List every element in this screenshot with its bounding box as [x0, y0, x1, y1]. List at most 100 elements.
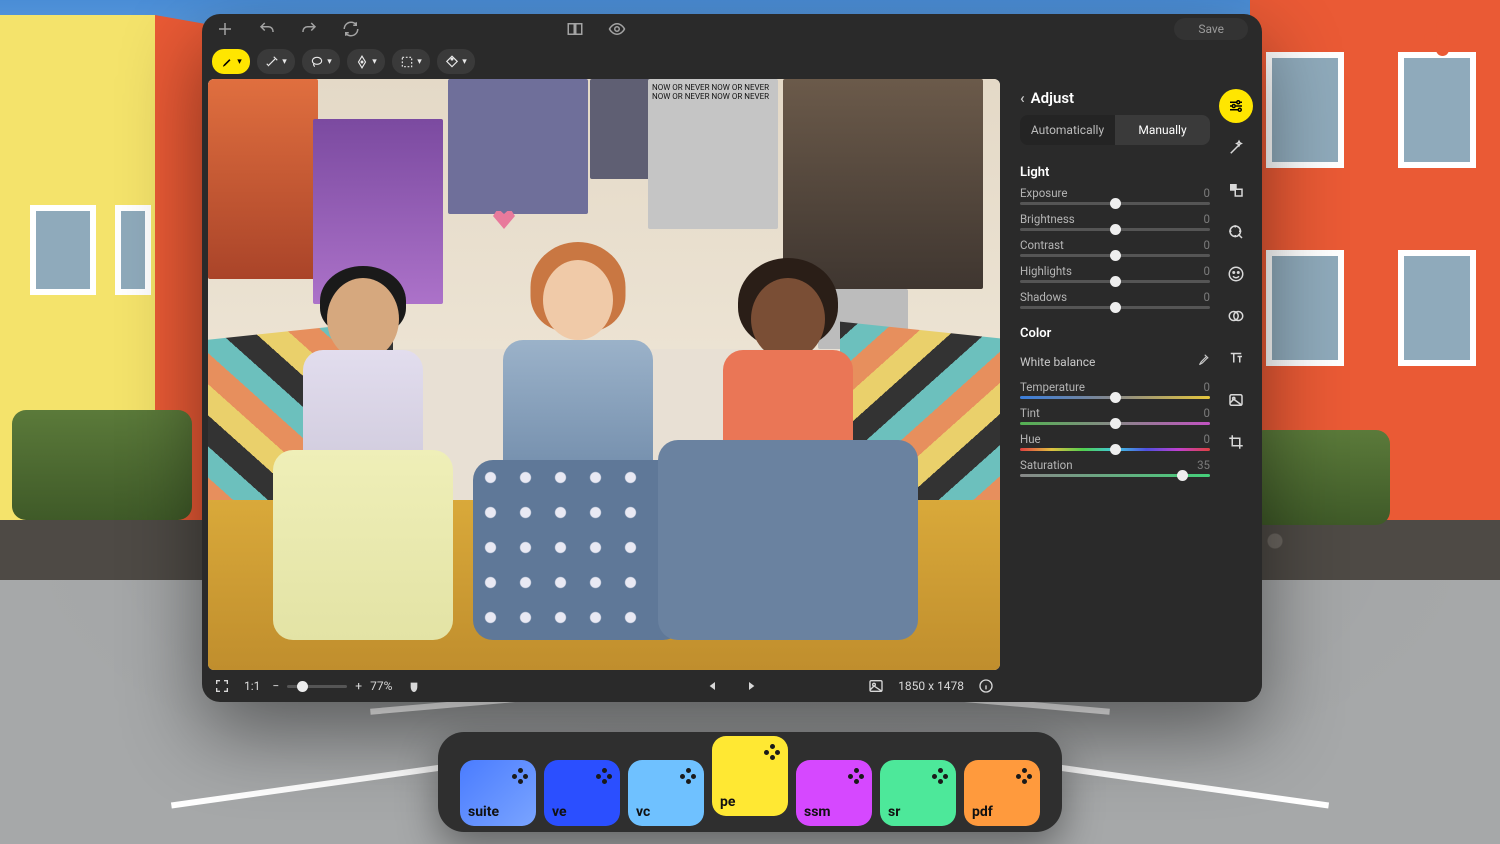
wand-tool[interactable]: ▾	[257, 49, 295, 74]
light-heading: Light	[1020, 165, 1210, 180]
brush-tool[interactable]: ▾	[212, 49, 250, 74]
zoom-slider[interactable]	[287, 685, 347, 688]
dock-app-label: suite	[468, 804, 528, 820]
app-dots-icon	[680, 768, 696, 784]
app-dots-icon	[764, 744, 780, 760]
brightness-label: Brightness	[1020, 212, 1075, 226]
fullscreen-icon[interactable]	[212, 676, 232, 696]
dock-app-label: vc	[636, 804, 696, 820]
brightness-slider[interactable]	[1020, 228, 1210, 231]
text-icon[interactable]	[1219, 341, 1253, 375]
shadows-label: Shadows	[1020, 290, 1067, 304]
dock-app-sr[interactable]: sr	[880, 760, 956, 826]
highlights-label: Highlights	[1020, 264, 1072, 278]
hue-label: Hue	[1020, 432, 1041, 446]
exposure-label: Exposure	[1020, 186, 1067, 200]
zoom-in-button[interactable]: +	[355, 679, 362, 693]
saturation-value: 35	[1197, 458, 1210, 472]
highlights-slider[interactable]	[1020, 280, 1210, 283]
zoom-out-button[interactable]: −	[272, 679, 279, 693]
image-dimensions: 1850 x 1478	[898, 679, 964, 693]
picture-icon[interactable]	[1219, 383, 1253, 417]
target-cursor-icon[interactable]	[1219, 215, 1253, 249]
tint-value: 0	[1204, 406, 1210, 420]
dock-app-ve[interactable]: ve	[544, 760, 620, 826]
dock-app-label: ve	[552, 804, 612, 820]
exposure-value: 0	[1204, 186, 1210, 200]
lasso-tool[interactable]: ▾	[302, 49, 340, 74]
save-button[interactable]: Save	[1174, 18, 1248, 40]
image-canvas[interactable]: NOW OR NEVER NOW OR NEVER NOW OR NEVER N…	[208, 79, 1000, 670]
dock-app-ssm[interactable]: ssm	[796, 760, 872, 826]
pen-tool[interactable]: ▾	[347, 49, 385, 74]
tab-manually[interactable]: Manually	[1115, 115, 1210, 145]
tab-automatically[interactable]: Automatically	[1020, 115, 1115, 145]
temperature-value: 0	[1204, 380, 1210, 394]
hue-slider[interactable]	[1020, 448, 1210, 451]
os-logo	[1424, 20, 1460, 56]
pan-hand-icon[interactable]	[404, 676, 424, 696]
face-icon[interactable]	[1219, 257, 1253, 291]
crop-icon[interactable]	[1219, 425, 1253, 459]
magic-wand-icon[interactable]	[1219, 131, 1253, 165]
layers-icon[interactable]	[1219, 173, 1253, 207]
overlap-circles-icon[interactable]	[1219, 299, 1253, 333]
eyedropper-icon[interactable]	[1196, 353, 1210, 370]
dock-app-label: ssm	[804, 804, 864, 820]
shadows-value: 0	[1204, 290, 1210, 304]
contrast-value: 0	[1204, 238, 1210, 252]
adjust-subtabs: Automatically Manually	[1020, 115, 1210, 145]
dock-app-vc[interactable]: vc	[628, 760, 704, 826]
adjust-sliders-icon[interactable]	[1219, 89, 1253, 123]
preview-icon[interactable]	[608, 20, 626, 38]
canvas-footer: 1:1 − + 77% 1850 x 1478	[202, 670, 1006, 702]
adjust-panel: ‹ Adjust Automatically Manually Light Ex…	[1006, 79, 1262, 702]
white-balance-label: White balance	[1020, 355, 1095, 369]
dock-app-suite[interactable]: suite	[460, 760, 536, 826]
app-dots-icon	[512, 768, 528, 784]
tint-label: Tint	[1020, 406, 1040, 420]
redo-icon[interactable]	[300, 20, 318, 38]
tint-slider[interactable]	[1020, 422, 1210, 425]
dock-app-label: sr	[888, 804, 948, 820]
dock-app-pdf[interactable]: pdf	[964, 760, 1040, 826]
tag-tool[interactable]: ▾	[437, 49, 475, 74]
prev-image-icon[interactable]	[703, 676, 723, 696]
dock-app-label: pe	[720, 794, 780, 810]
shadows-slider[interactable]	[1020, 306, 1210, 309]
app-dots-icon	[1016, 768, 1032, 784]
add-icon[interactable]	[216, 20, 234, 38]
zoom-percent: 77%	[370, 679, 392, 693]
exposure-slider[interactable]	[1020, 202, 1210, 205]
app-dots-icon	[848, 768, 864, 784]
highlights-value: 0	[1204, 264, 1210, 278]
undo-icon[interactable]	[258, 20, 276, 38]
panel-tool-rail	[1216, 89, 1256, 692]
dock-app-label: pdf	[972, 804, 1032, 820]
marquee-tool[interactable]: ▾	[392, 49, 430, 74]
saturation-slider[interactable]	[1020, 474, 1210, 477]
temperature-label: Temperature	[1020, 380, 1085, 394]
contrast-slider[interactable]	[1020, 254, 1210, 257]
compare-icon[interactable]	[566, 20, 584, 38]
tool-row: ▾ ▾ ▾ ▾ ▾ ▾	[202, 44, 1262, 79]
app-dots-icon	[932, 768, 948, 784]
image-icon[interactable]	[866, 676, 886, 696]
brightness-value: 0	[1204, 212, 1210, 226]
refresh-icon[interactable]	[342, 20, 360, 38]
one-to-one-button[interactable]: 1:1	[244, 679, 260, 693]
app-dots-icon	[596, 768, 612, 784]
panel-title: Adjust	[1031, 89, 1074, 107]
panel-back-button[interactable]: ‹	[1020, 89, 1025, 107]
titlebar: Save	[202, 14, 1262, 44]
info-icon[interactable]	[976, 676, 996, 696]
contrast-label: Contrast	[1020, 238, 1064, 252]
temperature-slider[interactable]	[1020, 396, 1210, 399]
dock-app-pe[interactable]: pe	[712, 736, 788, 816]
photo-editor-window: Save ▾ ▾ ▾ ▾ ▾ ▾ NOW OR NEVER NOW OR NEV…	[202, 14, 1262, 702]
next-image-icon[interactable]	[741, 676, 761, 696]
hue-value: 0	[1204, 432, 1210, 446]
color-heading: Color	[1020, 326, 1210, 341]
saturation-label: Saturation	[1020, 458, 1073, 472]
app-dock: suite ve vc pe ssm sr pdf	[438, 732, 1062, 832]
